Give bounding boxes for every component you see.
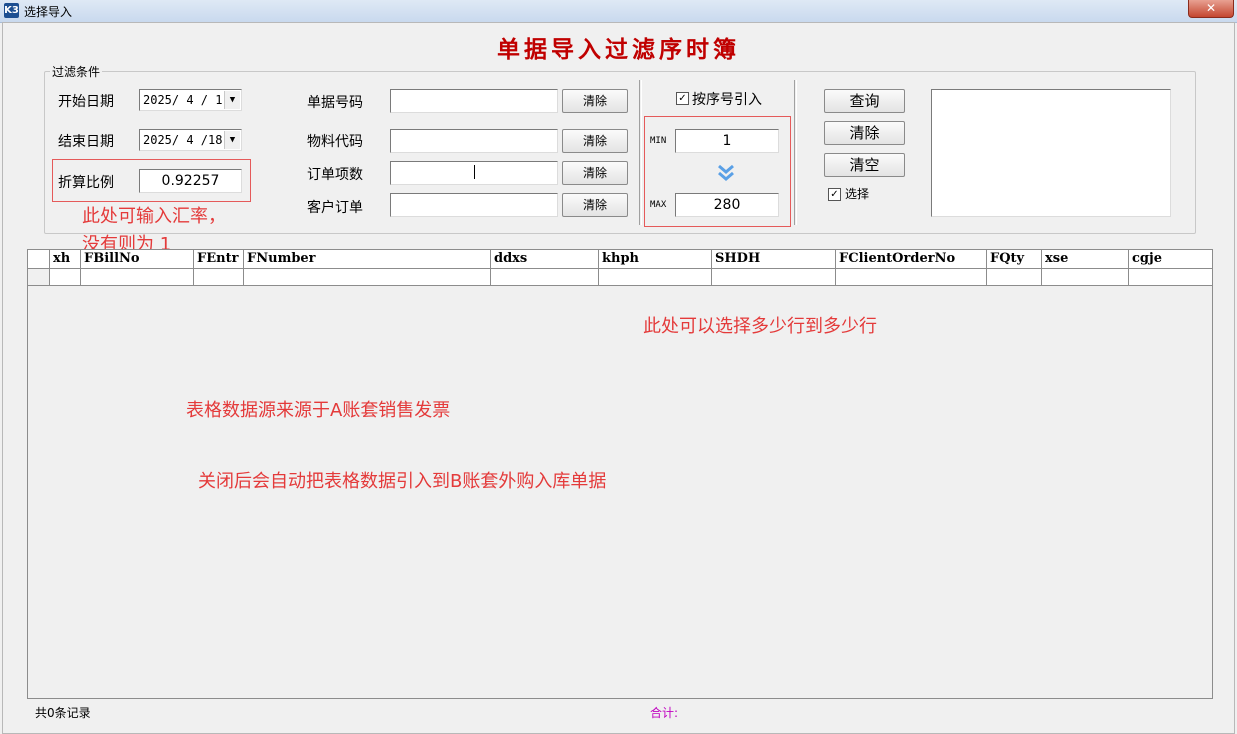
note-source: 表格数据源来源于A账套销售发票 — [186, 400, 451, 421]
min-input[interactable]: 1 — [675, 129, 779, 153]
clear-button[interactable]: 清除 — [824, 121, 905, 145]
table-cell[interactable] — [1042, 269, 1129, 286]
end-date-label: 结束日期 — [58, 134, 114, 150]
col-header-fnumber[interactable]: FNumber — [244, 250, 491, 268]
table-cell[interactable] — [712, 269, 836, 286]
row-indicator[interactable] — [28, 269, 50, 286]
col-header-fqty[interactable]: FQty — [987, 250, 1042, 268]
note-rows: 此处可以选择多少行到多少行 — [643, 316, 877, 337]
col-header-khph[interactable]: khph — [599, 250, 712, 268]
app-icon: K3 — [4, 3, 19, 18]
total-label: 合计: — [650, 706, 679, 720]
material-code-input[interactable] — [390, 129, 558, 153]
query-button[interactable]: 查询 — [824, 89, 905, 113]
table-cell[interactable] — [599, 269, 712, 286]
text-cursor — [474, 165, 475, 179]
close-button[interactable]: ✕ — [1188, 0, 1234, 18]
table-cell[interactable] — [81, 269, 194, 286]
seq-import-label: 按序号引入 — [692, 92, 762, 108]
chevron-down-icon[interactable]: ▼ — [224, 131, 240, 149]
title-bar — [0, 0, 1237, 23]
col-header-fentr[interactable]: FEntr — [194, 250, 244, 268]
results-list-box[interactable] — [931, 89, 1171, 217]
select-checkbox[interactable]: ✓ — [828, 188, 841, 201]
col-header-xse[interactable]: xse — [1042, 250, 1129, 268]
grid-header: xh FBillNo FEntr FNumber ddxs khph SHDH … — [28, 250, 1212, 269]
end-date-value: 2025/ 4 /18 — [143, 133, 223, 147]
clear-customer-order-button[interactable]: 清除 — [562, 193, 628, 217]
table-cell[interactable] — [836, 269, 987, 286]
max-label: MAX — [650, 200, 667, 210]
col-header-shdh[interactable]: SHDH — [712, 250, 836, 268]
col-header-fclientorderno[interactable]: FClientOrderNo — [836, 250, 987, 268]
min-label: MIN — [650, 136, 667, 146]
clear-order-items-button[interactable]: 清除 — [562, 161, 628, 185]
table-cell[interactable] — [50, 269, 81, 286]
bill-no-label: 单据号码 — [307, 95, 363, 111]
bill-no-input[interactable] — [390, 89, 558, 113]
order-items-label: 订单项数 — [307, 167, 363, 183]
order-items-input[interactable] — [390, 161, 558, 185]
customer-order-label: 客户订单 — [307, 200, 363, 216]
separator — [639, 80, 642, 225]
seq-import-checkbox[interactable]: ✓ — [676, 92, 689, 105]
start-date-label: 开始日期 — [58, 94, 114, 110]
table-cell[interactable] — [194, 269, 244, 286]
ratio-label: 折算比例 — [58, 175, 114, 191]
form-title: 单据导入过滤序时簿 — [497, 36, 740, 63]
chevron-down-icon[interactable]: ▼ — [224, 91, 240, 109]
col-header-ddxs[interactable]: ddxs — [491, 250, 599, 268]
material-code-label: 物料代码 — [307, 134, 363, 150]
col-header-xh[interactable]: xh — [50, 250, 81, 268]
empty-button[interactable]: 清空 — [824, 153, 905, 177]
end-date-picker[interactable]: 2025/ 4 /18 ▼ — [139, 129, 242, 151]
customer-order-input[interactable] — [390, 193, 558, 217]
clear-material-code-button[interactable]: 清除 — [562, 129, 628, 153]
col-header-fbillno[interactable]: FBillNo — [81, 250, 194, 268]
max-input[interactable]: 280 — [675, 193, 779, 217]
row-indicator-header — [28, 250, 50, 268]
table-cell[interactable] — [987, 269, 1042, 286]
record-count: 共0条记录 — [35, 706, 91, 720]
double-chevron-down-icon — [718, 164, 734, 181]
window-title: 选择导入 — [24, 5, 73, 19]
select-label: 选择 — [845, 187, 870, 201]
start-date-picker[interactable]: 2025/ 4 / 1 ▼ — [139, 89, 242, 111]
ratio-input[interactable]: 0.92257 — [139, 169, 242, 193]
clear-bill-no-button[interactable]: 清除 — [562, 89, 628, 113]
note-close: 关闭后会自动把表格数据引入到B账套外购入库单据 — [198, 471, 607, 492]
start-date-value: 2025/ 4 / 1 — [143, 93, 223, 107]
separator — [794, 80, 797, 225]
table-cell[interactable] — [1129, 269, 1212, 286]
table-cell[interactable] — [491, 269, 599, 286]
filter-group-label: 过滤条件 — [50, 63, 103, 80]
note-rate-line1: 此处可输入汇率， — [82, 206, 226, 227]
col-header-cgje[interactable]: cgje — [1129, 250, 1212, 268]
table-cell[interactable] — [244, 269, 491, 286]
